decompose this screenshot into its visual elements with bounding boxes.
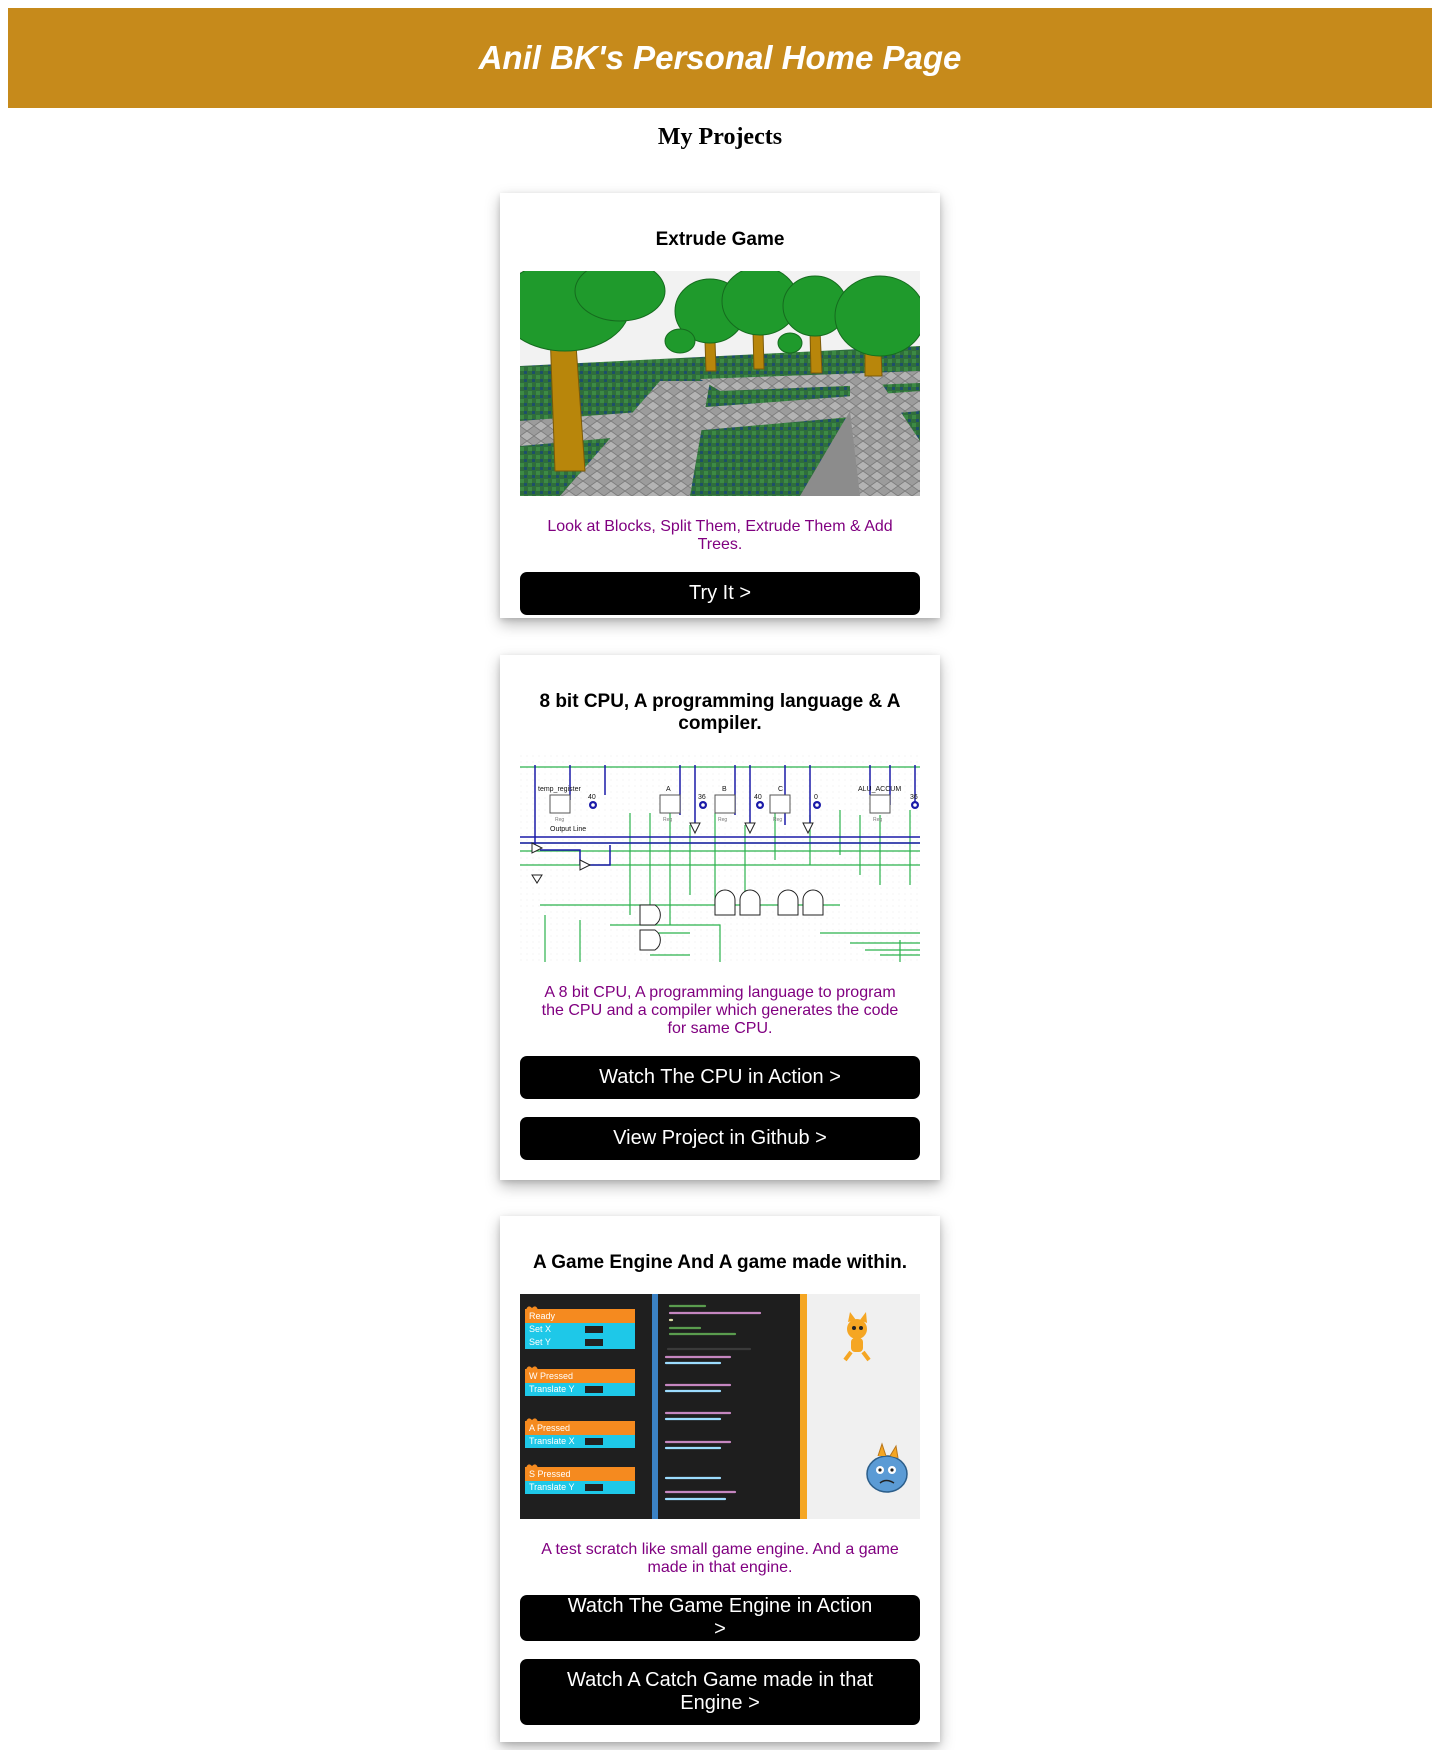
project-title: 8 bit CPU, A programming language & A co…	[539, 691, 901, 734]
label-reg: Reg	[873, 817, 882, 823]
project-card-extrude-game: Extrude Game Look at Blocks, Split Them,…	[500, 193, 940, 618]
block-action-set-y: Set Y	[529, 1337, 551, 1347]
label-reg: Reg	[663, 817, 672, 823]
block-event-w-pressed: W Pressed	[529, 1371, 573, 1381]
label-value-36b: 36	[910, 794, 918, 801]
label-register-a: A	[666, 786, 671, 793]
label-reg: Reg	[718, 817, 727, 823]
block-event-ready: Ready	[529, 1311, 556, 1321]
site-title: Anil BK's Personal Home Page	[478, 39, 962, 76]
label-value-0: 0	[814, 794, 818, 801]
label-reg: Reg	[773, 817, 782, 823]
label-register-b: B	[722, 786, 727, 793]
project-card-8bit-cpu: 8 bit CPU, A programming language & A co…	[500, 655, 940, 1180]
extrude-game-screenshot	[520, 271, 920, 496]
project-description: Look at Blocks, Split Them, Extrude Them…	[547, 518, 893, 553]
view-github-button[interactable]: View Project in Github >	[520, 1117, 920, 1160]
project-description: A test scratch like small game engine. A…	[541, 1541, 899, 1576]
label-register-c: C	[778, 786, 783, 793]
project-description: A 8 bit CPU, A programming language to p…	[541, 984, 899, 1037]
block-action-translate-y: Translate Y	[529, 1482, 575, 1492]
block-action-translate-x: Translate X	[529, 1436, 575, 1446]
block-action-set-x: Set X	[529, 1324, 551, 1334]
project-title: Extrude Game	[655, 229, 785, 250]
block-event-s-pressed: S Pressed	[529, 1469, 571, 1479]
project-title: A Game Engine And A game made within.	[532, 1252, 908, 1273]
site-header: Anil BK's Personal Home Page	[8, 8, 1432, 108]
label-output-line: Output Line	[550, 826, 586, 833]
label-value-40: 40	[588, 794, 596, 801]
try-it-button[interactable]: Try It >	[520, 572, 920, 615]
label-alu-accum: ALU_ACCUM	[858, 786, 901, 793]
label-value-36: 36	[698, 794, 706, 801]
game-engine-screenshot: Ready Set X Set Y W Pressed Translate Y …	[520, 1294, 920, 1519]
watch-cpu-button[interactable]: Watch The CPU in Action >	[520, 1056, 920, 1099]
cpu-circuit-diagram: temp_register Output Line A B C ALU_ACCU…	[520, 755, 920, 962]
watch-catch-game-button[interactable]: Watch A Catch Game made in that Engine >	[520, 1659, 920, 1725]
project-card-game-engine: A Game Engine And A game made within. Re…	[500, 1216, 940, 1742]
label-reg: Reg	[555, 817, 564, 823]
watch-game-engine-button[interactable]: Watch The Game Engine in Action >	[520, 1595, 920, 1641]
block-event-a-pressed: A Pressed	[529, 1423, 570, 1433]
label-temp-register: temp_register	[538, 786, 581, 793]
section-title: My Projects	[657, 124, 783, 150]
block-action-translate-y: Translate Y	[529, 1384, 575, 1394]
label-value-40b: 40	[754, 794, 762, 801]
